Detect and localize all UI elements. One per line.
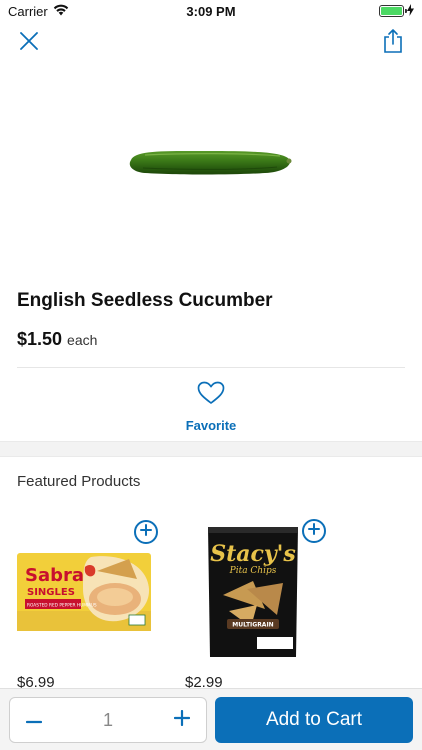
share-icon [383,28,403,59]
featured-heading: Featured Products [17,473,141,490]
wifi-icon [53,4,69,19]
section-separator [0,441,422,457]
close-icon [20,31,38,55]
product-price: $1.50 [17,329,63,349]
sabra-brand-text: Sabra [25,565,84,586]
close-button[interactable] [16,30,42,56]
status-right [379,3,414,19]
plus-icon [308,522,320,540]
share-button[interactable] [380,28,406,58]
minus-icon [25,711,43,729]
status-left: Carrier [8,4,69,19]
divider [17,367,405,368]
decrease-quantity-button[interactable] [22,708,46,732]
featured-product-card[interactable]: Sabra SINGLES ROASTED RED PEPPER HUMMUS … [17,515,167,695]
price-unit: each [67,332,98,348]
battery-icon [379,5,407,17]
quantity-stepper: 1 [9,697,207,743]
add-product-button[interactable] [302,519,326,543]
featured-product-card[interactable]: Stacy's Pita Chips MULTIGRAIN $2.99 [185,515,335,695]
add-product-button[interactable] [134,520,158,544]
status-bar: Carrier 3:09 PM [0,0,422,22]
price-row: $1.50 each [17,329,97,350]
add-to-cart-button[interactable]: Add to Cart [215,697,413,743]
stacys-pita-chips-image: Stacy's Pita Chips MULTIGRAIN [205,523,301,661]
quantity-value[interactable]: 1 [103,710,113,731]
favorite-label: Favorite [185,418,237,433]
charging-icon [407,3,414,19]
plus-icon [173,709,191,731]
sabra-flavor-text: ROASTED RED PEPPER HUMMUS [27,603,97,609]
increase-quantity-button[interactable] [170,708,194,732]
battery-level [381,7,402,15]
sabra-sub-text: SINGLES [27,587,75,598]
stacys-brand-text: Stacy's [210,541,296,567]
top-nav [0,28,422,60]
stacys-sub-text: Pita Chips [229,566,277,576]
bottom-cart-bar: 1 Add to Cart [0,688,422,750]
plus-icon [140,523,152,541]
heart-icon [197,381,225,410]
cucumber-image [125,140,293,185]
product-title: English Seedless Cucumber [17,290,273,311]
stacys-flavor-text: MULTIGRAIN [232,622,273,629]
sabra-singles-hummus-image: Sabra SINGLES ROASTED RED PEPPER HUMMUS [17,553,151,631]
favorite-button[interactable]: Favorite [171,381,251,433]
carrier-label: Carrier [8,3,48,19]
